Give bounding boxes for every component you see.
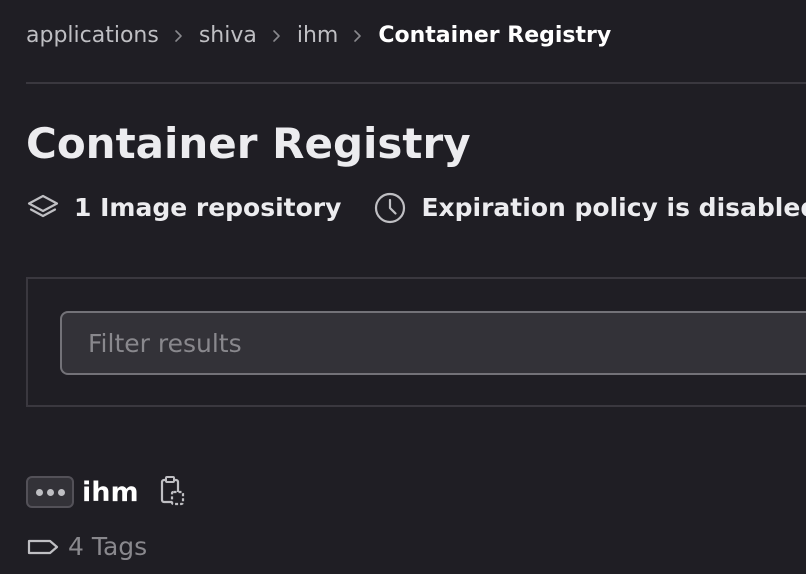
- repository-name-link[interactable]: ihm: [82, 477, 139, 508]
- chevron-right-icon: [338, 29, 378, 43]
- chevron-right-icon: [257, 29, 297, 43]
- clock-icon: [373, 191, 407, 225]
- breadcrumb-item-container-registry[interactable]: Container Registry: [378, 20, 611, 52]
- tags-count-text: 4 Tags: [68, 532, 148, 561]
- ellipsis-dot: [46, 488, 54, 496]
- header-divider: [26, 82, 806, 84]
- breadcrumb-item-shiva[interactable]: shiva: [199, 20, 257, 52]
- label-icon: [26, 530, 60, 564]
- image-repository-text: 1 Image repository: [74, 193, 342, 222]
- breadcrumb-item-applications[interactable]: applications: [26, 20, 159, 52]
- image-repository-count: 1 Image repository: [26, 188, 341, 228]
- copy-to-clipboard-icon[interactable]: [157, 474, 189, 510]
- ellipsis-dot: [57, 488, 65, 496]
- chevron-right-icon: [159, 29, 199, 43]
- expiration-policy-text: Expiration policy is disabled.: [421, 193, 806, 222]
- more-actions-button[interactable]: [26, 476, 74, 508]
- repository-row: ihm: [26, 472, 189, 512]
- page-title: Container Registry: [26, 119, 471, 168]
- container-registry-page: applications shiva ihm Container Registr…: [0, 0, 806, 574]
- ellipsis-icon: [35, 488, 43, 496]
- registry-metadata: 1 Image repository Expiration policy is …: [26, 188, 806, 228]
- breadcrumb: applications shiva ihm Container Registr…: [26, 20, 611, 52]
- filter-results-input[interactable]: [60, 311, 806, 375]
- layers-icon: [26, 191, 60, 225]
- expiration-policy-status: Expiration policy is disabled.: [373, 188, 806, 228]
- tags-count: 4 Tags: [26, 530, 147, 564]
- breadcrumb-item-ihm[interactable]: ihm: [297, 20, 339, 52]
